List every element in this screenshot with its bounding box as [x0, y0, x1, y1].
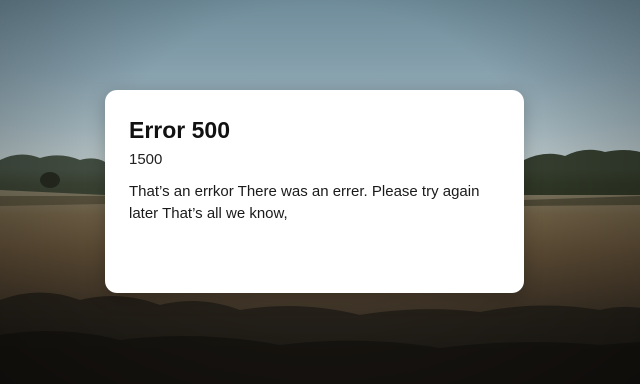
- error-dialog: Error 500 1500 That’s an errkor There wa…: [105, 90, 524, 293]
- error-title: Error 500: [129, 117, 231, 143]
- error-message: That’s an errkor There was an errer. Ple…: [129, 183, 480, 222]
- error-code: 1500: [129, 151, 163, 168]
